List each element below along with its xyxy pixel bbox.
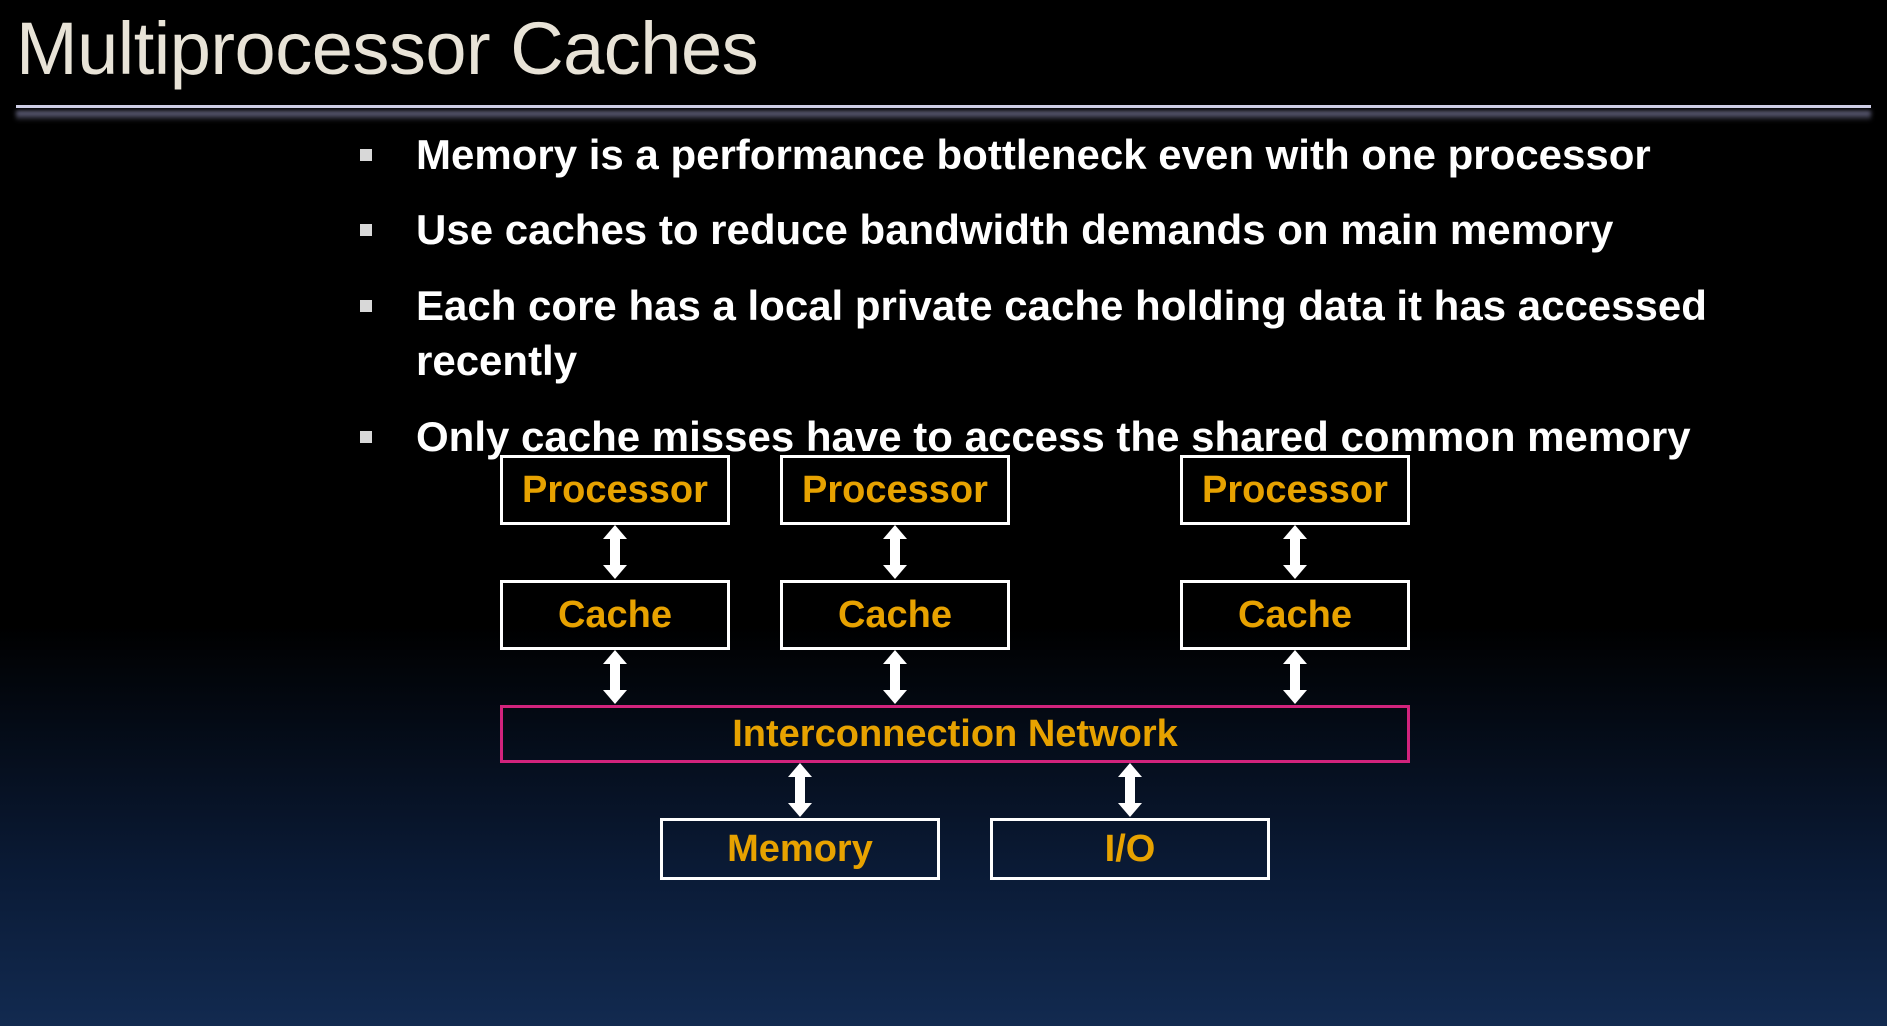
- cache-box-2: Cache: [780, 580, 1010, 650]
- processor-box-3: Processor: [1180, 455, 1410, 525]
- memory-box: Memory: [660, 818, 940, 880]
- arrow-cache-net-3: [1290, 662, 1300, 692]
- title-divider: [16, 105, 1871, 111]
- arrow-cache-net-2: [890, 662, 900, 692]
- bullet-list: Memory is a performance bottleneck even …: [360, 127, 1790, 464]
- processor-box-1: Processor: [500, 455, 730, 525]
- arrow-cache-net-1: [610, 662, 620, 692]
- arrow-proc-cache-3: [1290, 537, 1300, 567]
- bullet-item: Each core has a local private cache hold…: [360, 278, 1790, 389]
- bullet-item: Memory is a performance bottleneck even …: [360, 127, 1790, 182]
- slide-title: Multiprocessor Caches: [0, 0, 1887, 99]
- slide-content: Multiprocessor Caches Memory is a perfor…: [0, 0, 1887, 464]
- cache-box-3: Cache: [1180, 580, 1410, 650]
- arrow-net-io: [1125, 775, 1135, 805]
- architecture-diagram: Processor Processor Processor Cache Cach…: [500, 455, 1450, 1015]
- cache-box-1: Cache: [500, 580, 730, 650]
- arrow-net-memory: [795, 775, 805, 805]
- processor-box-2: Processor: [780, 455, 1010, 525]
- io-box: I/O: [990, 818, 1270, 880]
- arrow-proc-cache-1: [610, 537, 620, 567]
- interconnect-box: Interconnection Network: [500, 705, 1410, 763]
- bullet-item: Use caches to reduce bandwidth demands o…: [360, 202, 1790, 257]
- arrow-proc-cache-2: [890, 537, 900, 567]
